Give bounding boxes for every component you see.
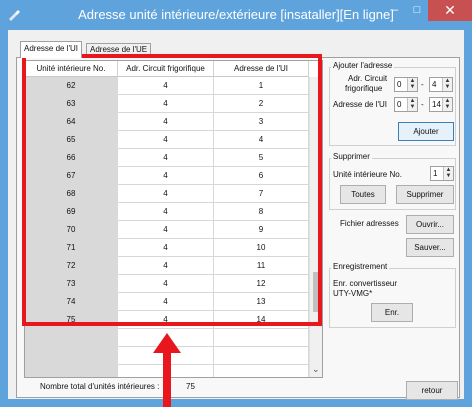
ui-from-value: 0 (397, 100, 402, 109)
minimize-button[interactable]: – (383, 0, 407, 21)
ui-from-stepper[interactable]: 0 ▲ ▼ (394, 97, 418, 112)
cell-unit-no[interactable] (25, 347, 118, 364)
circuit-to-stepper[interactable]: 4 ▲ ▼ (429, 77, 453, 92)
converter-label-line2: UTY-VMG* (333, 289, 373, 298)
circuit-label-line1: Adr. Circuit (348, 74, 388, 83)
arrow-up-icon (153, 333, 181, 407)
ui-to-stepper[interactable]: 14 ▲ ▼ (429, 97, 453, 112)
spin-arrows-icon[interactable]: ▲ ▼ (407, 78, 417, 91)
circuit-to-value: 4 (432, 80, 437, 89)
total-units-value: 75 (186, 382, 195, 391)
total-units-label: Nombre total d'unités intérieures : (40, 382, 160, 391)
record-group-title: Enregistrement (331, 262, 390, 271)
highlight-box (22, 54, 322, 326)
cell-ui-address[interactable] (214, 365, 309, 377)
address-file-label: Fichier adresses (340, 219, 399, 228)
window-frame-bottom (0, 399, 472, 407)
cell-unit-no[interactable] (25, 329, 118, 346)
delete-all-button[interactable]: Toutes (340, 185, 386, 204)
ui-address-label: Adresse de l'UI (333, 100, 387, 109)
spin-arrows-icon[interactable]: ▲ ▼ (442, 78, 452, 91)
tab-adresse-ui[interactable]: Adresse de l'UI (20, 41, 82, 58)
title-bar: Adresse unité intérieure/extérieure [ins… (0, 0, 472, 30)
save-button[interactable]: Sauver... (406, 238, 454, 257)
delete-button[interactable]: Supprimer (396, 185, 454, 204)
window-frame-left (0, 30, 8, 407)
cell-ui-address[interactable] (214, 329, 309, 346)
unit-no-label: Unité intérieure No. (333, 170, 402, 179)
close-button[interactable]: ✕ (428, 0, 472, 21)
ui-to-value: 14 (432, 100, 441, 109)
circuit-range-separator: - (421, 80, 424, 89)
spin-arrows-icon[interactable]: ▲ ▼ (442, 98, 452, 111)
converter-label-line1: Enr. convertisseur (333, 279, 398, 288)
open-button[interactable]: Ouvrir... (406, 215, 454, 234)
unit-no-stepper[interactable]: 1 ▲ ▼ (430, 166, 454, 181)
unit-no-value: 1 (433, 169, 438, 178)
add-button[interactable]: Ajouter (398, 122, 454, 141)
add-address-group-title: Ajouter l'adresse (331, 61, 395, 70)
back-button[interactable]: retour (406, 381, 458, 400)
cell-ui-address[interactable] (214, 347, 309, 364)
delete-group-title: Supprimer (331, 152, 372, 161)
circuit-from-value: 0 (397, 80, 402, 89)
circuit-label-line2: frigorifique (345, 84, 383, 93)
ui-range-separator: - (421, 100, 424, 109)
record-button[interactable]: Enr. (371, 303, 413, 322)
spin-arrows-icon[interactable]: ▲ ▼ (443, 167, 453, 180)
maximize-button[interactable]: □ (407, 0, 427, 21)
scroll-down-icon[interactable]: ⌄ (312, 364, 320, 375)
circuit-from-stepper[interactable]: 0 ▲ ▼ (394, 77, 418, 92)
cell-unit-no[interactable] (25, 365, 118, 377)
window-frame-right (464, 30, 472, 407)
spin-arrows-icon[interactable]: ▲ ▼ (407, 98, 417, 111)
